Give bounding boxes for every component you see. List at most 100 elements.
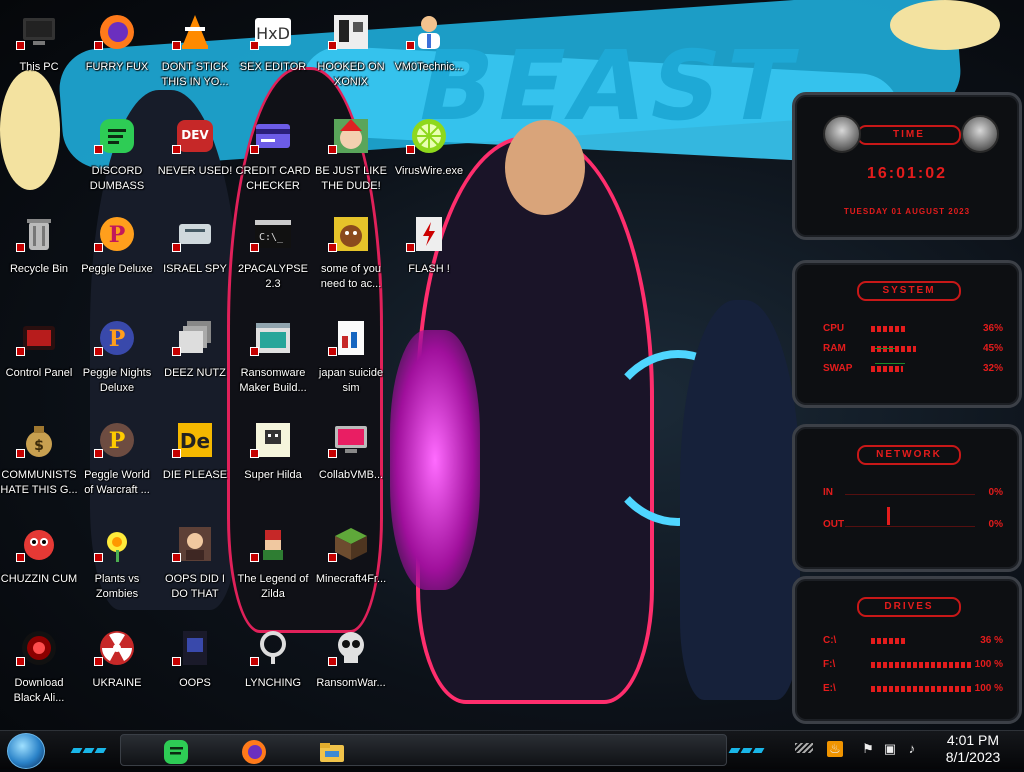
credit-card-icon [253,116,293,156]
desktop-icon[interactable]: VirusWire.exe [390,112,468,212]
desktop-icon[interactable]: CollabVMB... [312,416,390,516]
shortcut-arrow-icon [16,449,25,458]
shortcut-arrow-icon [328,145,337,154]
shortcut-arrow-icon [328,347,337,356]
desktop-icon[interactable]: FURRY FUX [78,8,156,108]
taskbar-app-strip [120,734,727,766]
desktop-icon-label: Download Black Ali... [13,677,65,704]
desktop-icon[interactable]: C:\_ 2PACALYPSE 2.3 [234,210,312,310]
desktop-icon[interactable]: CREDIT CARD CHECKER [234,112,312,212]
shortcut-arrow-icon [250,657,259,666]
desktop-icon-label: FURRY FUX [85,61,149,73]
desktop-icon[interactable]: Ransomware Maker Build... [234,314,312,414]
desktop-icon-label: OOPS [179,677,211,689]
shortcut-arrow-icon [94,449,103,458]
desktop-icon[interactable]: DEEZ NUTZ [156,314,234,414]
desktop-icon[interactable]: ISRAEL SPY [156,210,234,310]
system-metric-value: 36% [982,323,1003,334]
time-panel: TIME 16:01:02 TUESDAY 01 AUGUST 2023 [792,92,1022,240]
desktop-icon[interactable]: VM0Technic... [390,8,468,108]
desktop-icon-label: RansomWar... [316,677,386,689]
start-button[interactable] [7,733,45,769]
shortcut-arrow-icon [328,553,337,562]
time-panel-title: TIME [857,125,961,145]
drive-label: C:\ [823,635,837,646]
desktop-icon[interactable]: P Peggle Nights Deluxe [78,314,156,414]
drive-usage-bar [871,686,971,692]
widget-date: TUESDAY 01 AUGUST 2023 [843,207,971,216]
wallpaper-title: BEAST [408,30,810,142]
taskbar-firefox-button[interactable] [239,737,273,771]
terminal-window-icon: C:\_ [253,214,293,254]
system-metric-row: RAM 45% [823,343,1003,357]
desktop-icon[interactable]: CHUZZIN CUM [0,520,78,620]
skull-icon [331,628,371,668]
desktop-icon[interactable]: Control Panel [0,314,78,414]
taskbar-explorer-button[interactable] [317,737,351,771]
network-panel-title: NETWORK [857,445,961,465]
shortcut-arrow-icon [250,449,259,458]
shortcut-arrow-icon [16,347,25,356]
desktop-icon[interactable]: OOPS [156,624,234,724]
desktop-icon[interactable]: RansomWar... [312,624,390,724]
speaker-icon[interactable]: ♪ [904,741,920,757]
desktop-icon[interactable]: FLASH ! [390,210,468,310]
desktop-icon[interactable]: P Peggle World of Warcraft ... [78,416,156,516]
de-letters-icon: De [175,420,215,460]
desktop-icon[interactable]: Recycle Bin [0,210,78,310]
taskbar-time: 4:01 PM [946,732,1000,748]
network-in-label: IN [823,487,833,498]
wallpaper-figure-right [680,300,800,700]
drive-label: F:\ [823,659,836,670]
java-icon[interactable]: ♨ [827,741,843,757]
desktop-icon[interactable]: DONT STICK THIS IN YO... [156,8,234,108]
shortcut-arrow-icon [16,243,25,252]
desktop-icon[interactable]: Super Hilda [234,416,312,516]
desktop-icon[interactable]: BE JUST LIKE THE DUDE! [312,112,390,212]
desktop-icon[interactable]: $ COMMUNISTS HATE THIS G... [0,416,78,516]
desktop-icon[interactable]: The Legend of Zilda [234,520,312,620]
desktop-icon[interactable]: UKRAINE [78,624,156,724]
desktop-icon[interactable]: This PC [0,8,78,108]
desktop-icon[interactable]: japan suicide sim [312,314,390,414]
system-metric-label: RAM [823,343,846,354]
taskbar-clock[interactable]: 4:01 PM 8/1/2023 [930,732,1016,766]
desktop-icon-label: CREDIT CARD CHECKER [235,165,311,192]
desktop-icon-label: HOOKED ON XONIX [317,61,385,88]
beaver-icon [331,214,371,254]
shortcut-arrow-icon [328,449,337,458]
shortcut-arrow-icon [328,41,337,50]
money-bag-icon: $ [19,420,59,460]
vlc-cone-icon [175,12,215,52]
desktop-icon[interactable]: Download Black Ali... [0,624,78,724]
taskbar-decoration [728,740,766,753]
desktop-icon[interactable]: HOOKED ON XONIX [312,8,390,108]
desktop-icon-label: Recycle Bin [9,263,69,275]
grass-block-icon [331,524,371,564]
desktop-icon[interactable]: OOPS DID I DO THAT [156,520,234,620]
desktop-icon[interactable]: DISCORD DUMBASS [78,112,156,212]
desktop-icon[interactable]: De DIE PLEASE [156,416,234,516]
drives-panel-title: DRIVES [857,597,961,617]
app-window-icon [253,318,293,358]
network-in-graph [845,494,975,495]
network-icon[interactable]: ▣ [882,741,898,757]
system-metric-usage-fill [871,366,903,372]
system-panel: SYSTEM CPU 36% RAM 45% SWAP 32% [792,260,1022,408]
desktop-icon[interactable]: some of you need to ac... [312,210,390,310]
computer-icon [19,12,59,52]
desktop-icon[interactable]: LYNCHING [234,624,312,724]
desktop-icon[interactable]: Plants vs Zombies [78,520,156,620]
desktop-icon[interactable]: P Peggle Deluxe [78,210,156,310]
desktop-icon[interactable]: HxD SEX EDITOR [234,8,312,108]
desktop-icon[interactable]: DEV NEVER USED! [156,112,234,212]
system-metric-usage-bar [871,366,971,372]
show-hidden-icons-button[interactable] [795,743,813,753]
wallpaper-cartoon-right [890,0,1000,50]
taskbar-discord-button[interactable] [161,737,195,771]
green-chat-icon [97,116,137,156]
desktop-icon[interactable]: Minecraft4Fr... [312,520,390,620]
shortcut-arrow-icon [250,243,259,252]
system-metric-row: SWAP 32% [823,363,1003,377]
flag-error-icon[interactable]: ⚑ [860,741,876,757]
